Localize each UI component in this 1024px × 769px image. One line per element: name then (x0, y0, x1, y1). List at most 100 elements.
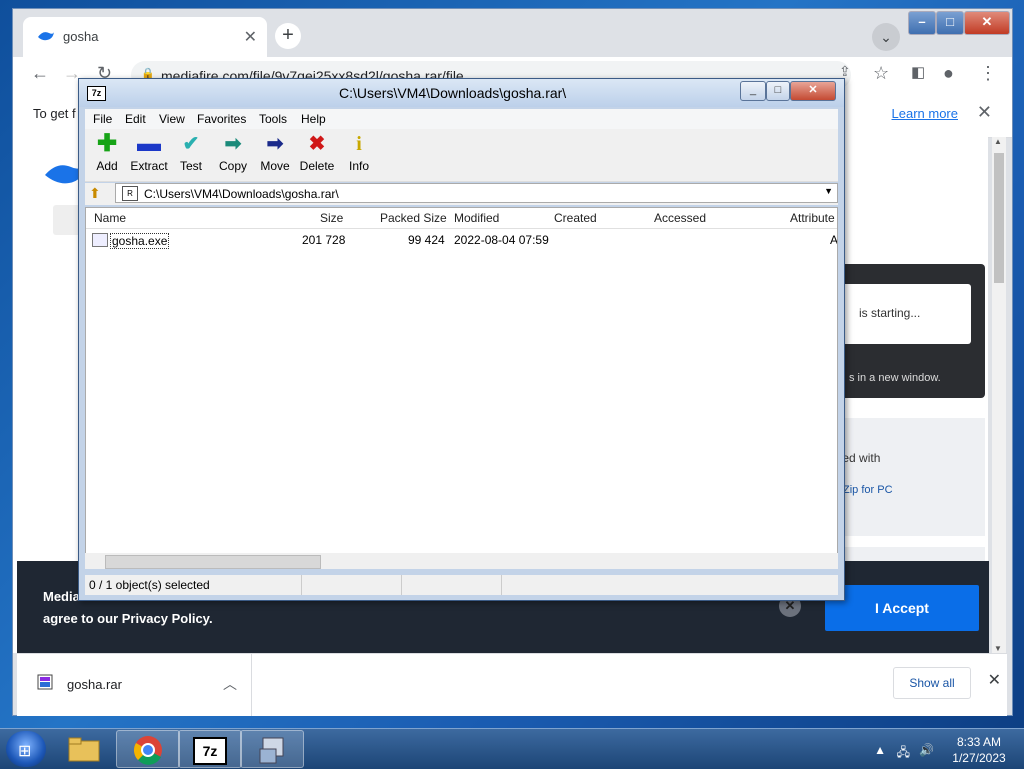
sevenzip-address-row: ⬆ R C:\Users\VM4\Downloads\gosha.rar\ ▼ (85, 183, 838, 205)
info-button[interactable]: i Info (337, 133, 381, 173)
info-label: Info (348, 159, 369, 173)
start-button[interactable]: ⊞ (6, 731, 46, 767)
tab-close-icon[interactable]: ✕ (244, 27, 257, 47)
side-panel-icon[interactable]: ◧ (911, 63, 925, 81)
row-attribute: A (830, 233, 838, 247)
sevenzip-maximize-button[interactable]: □ (766, 81, 790, 101)
accept-button[interactable]: I Accept (825, 585, 979, 631)
sevenzip-address-path: C:\Users\VM4\Downloads\gosha.rar\ (144, 187, 339, 201)
downloads-bar-close-icon[interactable]: ✕ (988, 670, 1001, 690)
volume-icon[interactable]: 🔊 (919, 743, 934, 757)
file-list: Name Size Packed Size Modified Created A… (85, 207, 838, 569)
chevron-up-icon[interactable]: ︿ (223, 674, 237, 694)
horizontal-scroll-thumb[interactable] (105, 555, 321, 569)
exe-file-icon (92, 233, 108, 247)
download-file-name: gosha.rar (67, 677, 122, 692)
delete-button[interactable]: ✖ Delete (295, 133, 339, 173)
info-icon: i (356, 133, 362, 155)
network-icon[interactable]: 🖧 (897, 743, 910, 764)
menu-tools[interactable]: Tools (259, 112, 287, 126)
rar-file-icon (37, 674, 53, 690)
page-scrollbar[interactable]: ▲ ▼ (992, 137, 1006, 653)
test-button[interactable]: ✔ Test (169, 133, 213, 173)
copy-button[interactable]: ➡ Copy (211, 133, 255, 173)
show-all-button[interactable]: Show all (893, 667, 971, 699)
sevenzip-window: 7z C:\Users\VM4\Downloads\gosha.rar\ _ □… (78, 78, 845, 601)
back-icon[interactable]: ← (31, 63, 49, 84)
download-item[interactable]: gosha.rar ︿ (17, 654, 252, 716)
col-created[interactable]: Created (554, 211, 597, 225)
folder-up-icon[interactable]: ⬆ (89, 185, 101, 202)
scroll-down-icon[interactable]: ▼ (994, 644, 1002, 653)
col-packed-size[interactable]: Packed Size (380, 211, 447, 225)
file-list-header: Name Size Packed Size Modified Created A… (86, 208, 837, 229)
promo-link[interactable]: Zip for PC (843, 484, 893, 496)
col-modified[interactable]: Modified (454, 211, 499, 225)
mediafire-favicon-icon (38, 32, 54, 41)
downloads-bar: gosha.rar ︿ Show all ✕ (17, 653, 1007, 716)
minimize-button[interactable]: – (908, 11, 936, 35)
chrome-icon (134, 736, 162, 765)
add-button[interactable]: ✚ Add (85, 130, 129, 174)
row-packed-size: 99 424 (408, 233, 445, 247)
delete-label: Delete (299, 159, 335, 173)
scroll-thumb[interactable] (994, 153, 1004, 283)
sevenzip-toolbar: ✚ Add ▬ Extract ✔ Test ➡ Copy ➡ Move ✖ D… (85, 129, 838, 182)
browser-tab[interactable]: gosha ✕ (23, 17, 267, 57)
minus-icon: ▬ (137, 130, 161, 157)
col-name[interactable]: Name (94, 211, 126, 225)
cookie-text-line1: Media (43, 589, 80, 604)
scroll-up-icon[interactable]: ▲ (994, 137, 1002, 146)
plus-icon: ✚ (96, 130, 118, 157)
sevenzip-menubar: File Edit View Favorites Tools Help (85, 109, 838, 129)
clock-time[interactable]: 8:33 AM (944, 735, 1014, 749)
menu-kebab-icon[interactable]: ⋮ (979, 63, 997, 84)
folder-icon (68, 737, 100, 762)
close-button[interactable]: ✕ (964, 11, 1010, 35)
copy-arrow-icon: ➡ (224, 133, 242, 155)
sevenzip-titlebar: 7z C:\Users\VM4\Downloads\gosha.rar\ _ □… (79, 79, 844, 107)
move-arrow-icon: ➡ (266, 133, 284, 155)
row-modified: 2022-08-04 07:59 (454, 233, 549, 247)
maximize-button[interactable]: □ (936, 11, 964, 35)
new-tab-button[interactable]: + (275, 23, 301, 49)
show-hidden-icons-icon[interactable]: ▲ (874, 743, 886, 757)
taskbar-7zip[interactable]: 7z (178, 730, 242, 768)
taskbar-installer[interactable] (240, 730, 304, 768)
download-status-text: is starting... (859, 306, 921, 320)
status-bar: 0 / 1 object(s) selected (85, 575, 838, 595)
status-text: 0 / 1 object(s) selected (89, 578, 210, 592)
taskbar-chrome[interactable] (116, 730, 180, 768)
table-row[interactable]: gosha.exe 201 728 99 424 2022-08-04 07:5… (86, 231, 837, 249)
sevenzip-address-field[interactable]: R C:\Users\VM4\Downloads\gosha.rar\ ▼ (115, 183, 838, 203)
sevenzip-minimize-button[interactable]: _ (740, 81, 766, 101)
sevenzip-taskbar-icon: 7z (193, 737, 227, 765)
address-dropdown-icon[interactable]: ▼ (824, 186, 833, 196)
info-bar-close-icon[interactable]: ✕ (977, 102, 992, 123)
horizontal-scrollbar[interactable] (85, 553, 838, 569)
menu-favorites[interactable]: Favorites (197, 112, 246, 126)
menu-help[interactable]: Help (301, 112, 326, 126)
learn-more-link[interactable]: Learn more (892, 106, 958, 121)
extract-label: Extract (130, 159, 168, 173)
browser-titlebar: gosha ✕ + ⌄ – □ ✕ (13, 9, 1012, 57)
tab-title: gosha (63, 29, 99, 44)
menu-edit[interactable]: Edit (125, 112, 146, 126)
sevenzip-close-button[interactable]: ✕ (790, 81, 836, 101)
col-size[interactable]: Size (320, 211, 343, 225)
row-name: gosha.exe (110, 233, 170, 249)
menu-file[interactable]: File (93, 112, 112, 126)
profile-icon[interactable]: ● (943, 63, 954, 84)
clock-date[interactable]: 1/27/2023 (944, 751, 1014, 765)
check-icon: ✔ (182, 133, 200, 155)
sevenzip-title: C:\Users\VM4\Downloads\gosha.rar\ (339, 85, 567, 101)
cookie-text-line2: agree to our Privacy Policy. (43, 611, 213, 626)
taskbar-explorer[interactable] (52, 730, 116, 768)
col-attribute[interactable]: Attribute (790, 211, 835, 225)
bookmark-star-icon[interactable]: ☆ (873, 63, 889, 84)
menu-view[interactable]: View (159, 112, 185, 126)
extract-button[interactable]: ▬ Extract (127, 130, 171, 174)
tab-search-button[interactable]: ⌄ (872, 23, 900, 51)
move-button[interactable]: ➡ Move (253, 133, 297, 173)
col-accessed[interactable]: Accessed (654, 211, 706, 225)
